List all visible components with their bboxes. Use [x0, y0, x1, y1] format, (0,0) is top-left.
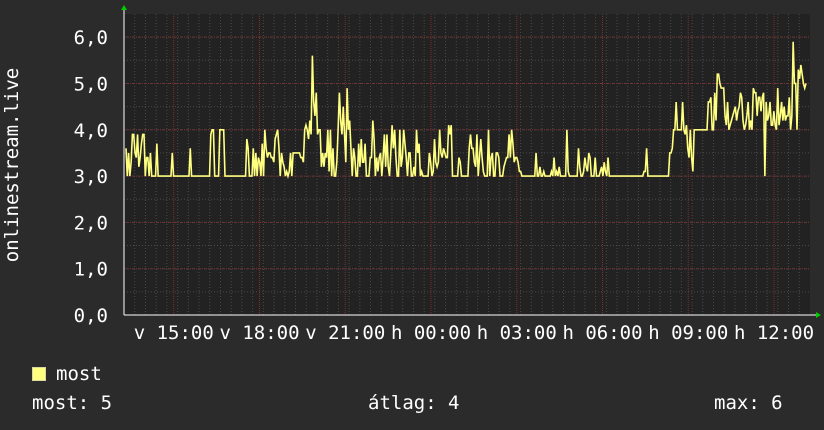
- x-axis-arrow: [816, 312, 821, 318]
- x-tick-label: h 06:00: [562, 322, 642, 344]
- y-axis-label: onlinestream.live: [1, 68, 23, 262]
- stat-max: max: 6: [714, 392, 783, 414]
- y-tick-label: 3,0: [74, 166, 108, 188]
- x-tick-label: h 12:00: [734, 322, 814, 344]
- x-tick-label: h 03:00: [477, 322, 557, 344]
- stat-average-value: 4: [448, 392, 460, 414]
- y-tick-label: 2,0: [74, 212, 108, 234]
- legend-label: most: [56, 363, 102, 385]
- y-tick-label: 6,0: [74, 27, 108, 49]
- y-tick-label: 5,0: [74, 73, 108, 95]
- x-tick-label: h 09:00: [648, 322, 728, 344]
- grid: [124, 14, 810, 316]
- legend-swatch: [32, 367, 46, 381]
- x-tick-label: v 21:00: [305, 322, 385, 344]
- y-axis-arrow: [121, 5, 127, 10]
- stat-current: most: 5: [32, 392, 112, 414]
- stat-max-value: 6: [771, 392, 783, 414]
- stat-average: átlag: 4: [368, 392, 459, 414]
- stat-current-label: most:: [32, 392, 90, 414]
- x-tick-label: v 18:00: [219, 322, 299, 344]
- x-tick-label: h 00:00: [391, 322, 471, 344]
- stat-current-value: 5: [100, 392, 113, 414]
- x-tick-label: v 15:00: [134, 322, 214, 344]
- y-tick-label: 4,0: [74, 120, 108, 142]
- stat-max-label: max:: [714, 392, 760, 414]
- stream-chart: 0,0 1,0 2,0 3,0 4,0 5,0 6,0 v 15:00 v 18:00 v 21:…: [1, 5, 821, 344]
- stat-average-label: átlag:: [368, 392, 437, 414]
- legend: most: [32, 363, 102, 385]
- y-tick-label: 0,0: [74, 305, 108, 327]
- y-tick-label: 1,0: [74, 259, 108, 281]
